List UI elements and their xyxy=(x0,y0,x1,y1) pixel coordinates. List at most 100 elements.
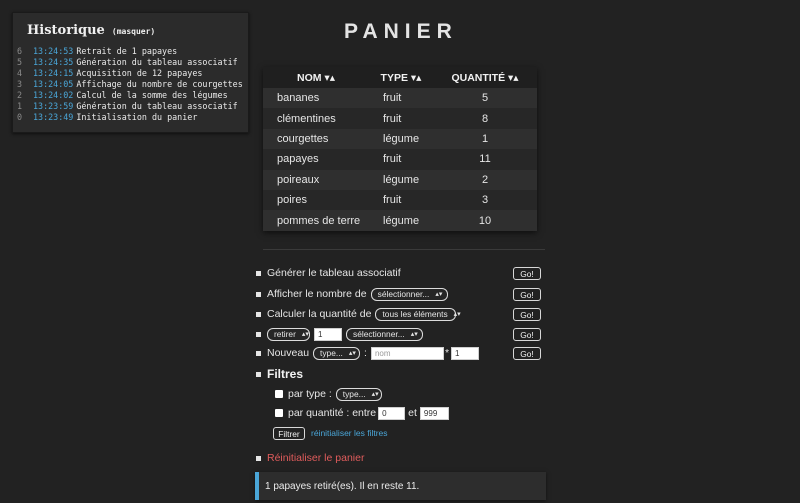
notice-text: 1 papayes retiré(es). Il en reste 11. xyxy=(265,480,420,492)
chevron-down-icon: ▴▾ xyxy=(301,331,309,338)
history-entry-index: 5 xyxy=(17,57,23,67)
count-select-value: sélectionner... xyxy=(377,289,430,299)
cell-quantity: 5 xyxy=(433,88,537,109)
chevron-down-icon: ▴▾ xyxy=(410,331,418,338)
bullet xyxy=(256,331,261,337)
history-entry-text: Acquisition de 12 papayes xyxy=(76,68,203,78)
new-quantity-input[interactable]: 1 xyxy=(451,346,480,360)
filter-type-label: par type : xyxy=(288,388,332,400)
history-hide-toggle[interactable]: (masquer) xyxy=(112,27,155,36)
cell-type: fruit xyxy=(369,149,433,170)
history-entry: 0 13:23:49 Initialisation du panier xyxy=(17,112,248,123)
cell-name: clémentines xyxy=(263,108,369,129)
cell-name: courgettes xyxy=(263,128,369,150)
history-entry-time: 13:24:05 xyxy=(33,79,74,89)
sort-by-quantity-header[interactable]: QUANTITÉ ▾▴ xyxy=(433,67,537,88)
history-entry-time: 13:24:02 xyxy=(33,90,74,100)
generate-go-button[interactable]: Go! xyxy=(513,267,541,280)
generate-label: Générer le tableau associatif xyxy=(267,267,401,279)
count-go-button[interactable]: Go! xyxy=(513,288,541,301)
remove-quantity-input[interactable]: 1 xyxy=(314,327,342,341)
remove-select-value: sélectionner... xyxy=(353,329,405,339)
table-row: clémentines fruit 8 xyxy=(263,108,537,129)
cell-type: fruit xyxy=(369,108,433,129)
filter-type-checkbox[interactable] xyxy=(275,390,283,398)
table-row: poireaux légume 2 xyxy=(263,169,537,190)
history-title: Historique xyxy=(27,23,105,38)
cell-type: légume xyxy=(369,169,433,190)
sum-label: Calculer la quantité de xyxy=(267,308,372,320)
filter-min-quantity-input[interactable]: 0 xyxy=(378,406,406,420)
sort-by-name-header[interactable]: NOM ▾▴ xyxy=(263,67,369,88)
filter-quantity-row: par quantité : entre 0 et 999 xyxy=(275,405,449,421)
new-type-select[interactable]: type... ▴▾ xyxy=(313,346,361,360)
chevron-down-icon: ▴▾ xyxy=(435,291,443,298)
table-row: bananes fruit 5 xyxy=(263,88,537,109)
remove-go-button[interactable]: Go! xyxy=(513,328,541,341)
history-entry-text: Calcul de la somme des légumes xyxy=(76,90,228,100)
cell-type: fruit xyxy=(369,189,433,211)
chevron-down-icon: ▴▾ xyxy=(348,350,356,357)
sort-by-type-header[interactable]: TYPE ▾▴ xyxy=(369,67,433,88)
sum-go-button[interactable]: Go! xyxy=(513,308,541,321)
bullet xyxy=(256,291,261,297)
history-entry-time: 13:24:35 xyxy=(33,57,74,67)
mode-select-value: retirer xyxy=(274,329,296,339)
table-row: pommes de terre légume 10 xyxy=(263,210,537,231)
history-entry-index: 4 xyxy=(17,68,23,78)
history-list: 6 13:24:53 Retrait de 1 papayes 5 13:24:35 Gé… xyxy=(17,46,248,123)
history-entry-text: Affichage du nombre de courgettes xyxy=(76,79,243,89)
chevron-down-icon: ▴▾ xyxy=(453,311,461,318)
table-header-row: NOM ▾▴ TYPE ▾▴ QUANTITÉ ▾▴ xyxy=(263,67,537,88)
action-new-row: Nouveau type... ▴▾ : nom * 1 xyxy=(256,345,480,361)
history-entry-time: 13:24:15 xyxy=(33,68,74,78)
chevron-down-icon: ▴▾ xyxy=(371,391,379,398)
divider xyxy=(263,249,545,250)
reset-filters-link[interactable]: réinitialiser les filtres xyxy=(311,428,388,438)
reset-basket-link[interactable]: Réinitialiser le panier xyxy=(267,452,364,464)
page-title: PANIER xyxy=(344,20,458,43)
sum-select-value: tous les éléments xyxy=(382,309,448,319)
table-row: courgettes légume 1 xyxy=(263,128,537,150)
new-go-button[interactable]: Go! xyxy=(513,347,541,360)
bullet xyxy=(256,371,261,377)
cell-type: légume xyxy=(369,128,433,150)
multiply-sign: * xyxy=(444,347,450,359)
history-entry: 6 13:24:53 Retrait de 1 papayes xyxy=(17,46,248,57)
sum-scope-select[interactable]: tous les éléments ▴▾ xyxy=(375,307,461,321)
table-row: papayes fruit 11 xyxy=(263,149,537,170)
filter-quantity-checkbox[interactable] xyxy=(275,409,283,417)
cell-name: papayes xyxy=(263,149,369,170)
history-entry-text: Génération du tableau associatif xyxy=(76,57,238,67)
history-entry-text: Génération du tableau associatif xyxy=(76,101,238,111)
cell-type: fruit xyxy=(369,88,433,109)
new-name-input[interactable]: nom xyxy=(370,346,444,360)
and-label: et xyxy=(408,407,417,419)
filter-max-quantity-input[interactable]: 999 xyxy=(419,406,449,420)
filter-type-value: type... xyxy=(342,389,366,399)
status-notice: 1 papayes retiré(es). Il en reste 11. xyxy=(255,472,546,500)
count-item-select[interactable]: sélectionner... ▴▾ xyxy=(370,287,448,301)
action-count-row: Afficher le nombre de sélectionner... ▴▾ xyxy=(256,286,448,302)
history-entry-index: 1 xyxy=(17,101,23,111)
new-label: Nouveau xyxy=(267,347,310,359)
basket-table-body: bananes fruit 5 clémentines fruit 8 courgettes… xyxy=(263,88,537,231)
history-entry: 2 13:24:02 Calcul de la somme des légumes xyxy=(17,90,248,101)
history-entry-index: 3 xyxy=(17,79,23,89)
action-generate-row: Générer le tableau associatif xyxy=(256,265,401,281)
cell-type: légume xyxy=(369,210,433,231)
history-entry: 3 13:24:05 Affichage du nombre de courgett… xyxy=(17,79,248,90)
history-entry-time: 13:23:59 xyxy=(33,101,74,111)
remove-item-select[interactable]: sélectionner... ▴▾ xyxy=(346,327,423,341)
bullet xyxy=(256,311,261,317)
cell-quantity: 3 xyxy=(433,189,537,211)
history-entry-index: 6 xyxy=(17,46,23,56)
reset-basket-row: Réinitialiser le panier xyxy=(256,452,364,464)
filter-type-select[interactable]: type... ▴▾ xyxy=(335,387,382,401)
cell-quantity: 10 xyxy=(433,210,537,231)
history-entry: 5 13:24:35 Génération du tableau associati… xyxy=(17,57,248,68)
add-remove-mode-select[interactable]: retirer ▴▾ xyxy=(267,327,310,341)
filter-button[interactable]: Filtrer xyxy=(273,427,305,440)
history-entry-text: Retrait de 1 papayes xyxy=(76,46,178,56)
basket-table: NOM ▾▴ TYPE ▾▴ QUANTITÉ ▾▴ bananes fruit 5… xyxy=(263,67,537,231)
